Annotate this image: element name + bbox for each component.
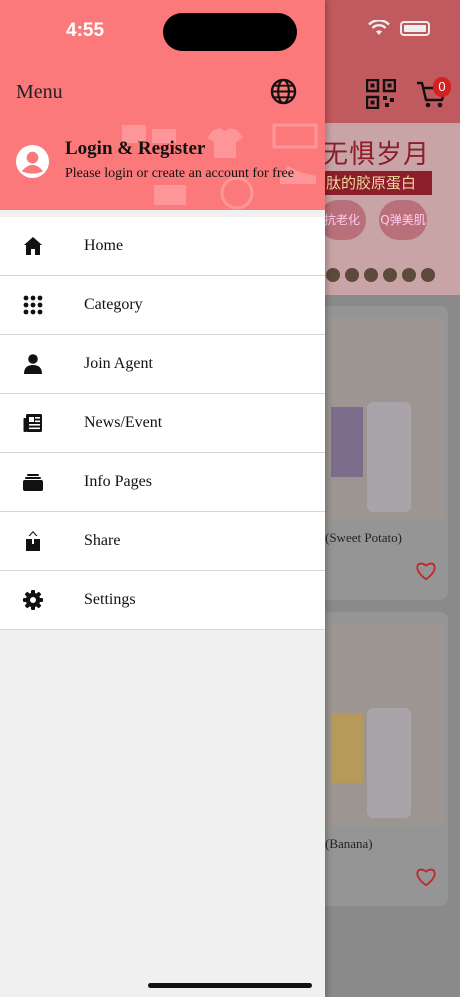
product-image [325,623,444,826]
product-image [325,317,444,520]
wifi-icon [368,20,390,35]
grid-dots-icon [23,295,43,315]
share-icon [26,531,40,551]
heart-icon[interactable] [415,867,437,887]
certification-seals [326,268,435,282]
menu-item-label: Category [84,296,143,313]
heart-icon[interactable] [415,561,437,581]
status-icons [368,20,430,36]
folder-stack-icon [23,474,43,491]
seal-icon [345,268,359,282]
battery-icon [400,20,430,36]
menu-item-label: News/Event [84,414,163,431]
banner-badge: Q弹美肌 [379,200,427,240]
qr-scan-icon[interactable] [366,79,396,109]
menu-item-label: Settings [84,591,136,608]
login-register-subtitle: Please login or create an account for fr… [65,166,294,181]
dynamic-island [163,13,297,51]
seal-icon [402,268,416,282]
home-indicator[interactable] [148,983,312,988]
product-card[interactable]: (Sweet Potato) [325,306,448,600]
banner-title: 无惧岁月 [322,140,431,170]
home-icon [24,237,42,255]
user-avatar-icon [15,144,50,179]
login-register-title[interactable]: Login & Register [65,138,205,160]
product-name: (Banana) [325,836,373,851]
product-name: (Sweet Potato) [325,530,402,545]
newspaper-icon [23,414,42,432]
drawer-title: Menu [16,81,63,103]
menu-item-home[interactable]: Home [0,217,325,276]
seal-icon [364,268,378,282]
banner-badge: 抗老化 [318,200,366,240]
seal-icon [421,268,435,282]
seal-icon [383,268,397,282]
menu-item-settings[interactable]: Settings [0,571,325,630]
menu-item-label: Info Pages [84,473,152,490]
menu-item-label: Share [84,532,121,549]
banner-subtitle: 肽的胶原蛋白 [322,171,432,195]
seal-icon [326,268,340,282]
menu-item-news-event[interactable]: News/Event [0,394,325,453]
menu-item-share[interactable]: Share [0,512,325,571]
drawer-menu-list: Home Category Join Agent News/Event Info… [0,217,325,630]
menu-item-info-pages[interactable]: Info Pages [0,453,325,512]
status-time: 4:55 [66,20,105,41]
menu-item-category[interactable]: Category [0,276,325,335]
person-icon [24,354,42,374]
monitor-icon [272,123,318,149]
globe-icon[interactable] [270,78,297,105]
shirt-icon [207,128,243,158]
menu-item-label: Join Agent [84,355,153,372]
gear-icon [23,590,43,610]
cart-count-badge: 0 [433,77,451,97]
menu-item-join-agent[interactable]: Join Agent [0,335,325,394]
side-drawer: 4:55 Menu Login & Register Please login … [0,0,325,997]
product-card[interactable]: (Banana) [325,612,448,906]
menu-item-label: Home [84,237,124,254]
